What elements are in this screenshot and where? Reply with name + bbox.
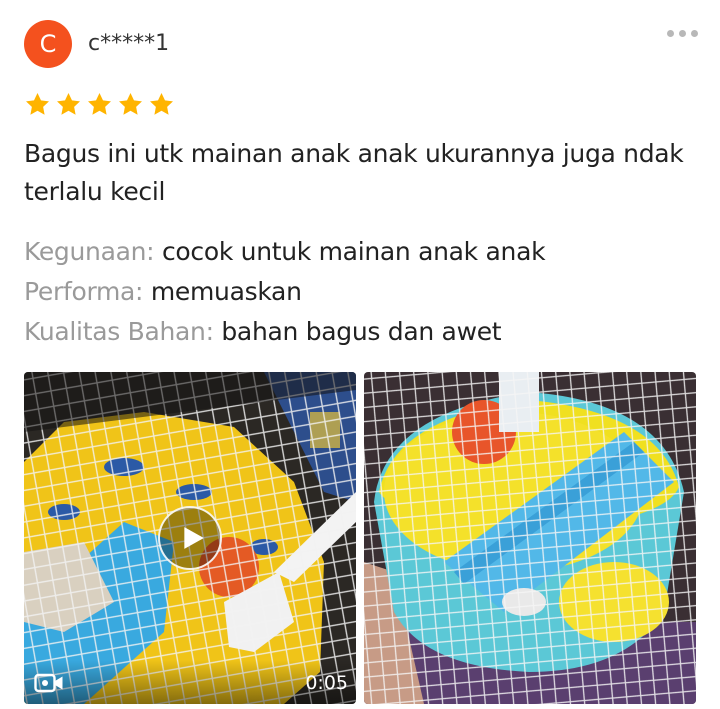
reviewer-username: c*****1 [88,31,170,56]
star-rating [24,91,175,118]
more-dot [679,30,686,37]
review-photo-image [364,372,696,704]
more-dot [667,30,674,37]
star-icon [119,93,142,115]
attribute-kualitas-bahan: Kualitas Bahan: bahan bagus dan awet [24,312,545,352]
star-icon [88,93,111,115]
review-video-thumbnail[interactable]: 0:05 [24,372,356,704]
attribute-value: memuaskan [150,277,302,306]
video-duration: 0:05 [305,672,348,694]
attribute-label: Performa: [24,277,144,306]
attribute-kegunaan: Kegunaan: cocok untuk mainan anak anak [24,232,546,272]
star-icon [57,93,80,115]
more-options-icon[interactable] [667,30,698,37]
star-icon [26,93,49,115]
attribute-value: bahan bagus dan awet [221,317,502,346]
attribute-performa: Performa: memuaskan [24,272,545,312]
more-dot [691,30,698,37]
play-button[interactable] [158,506,222,570]
video-camera-icon [34,673,63,693]
review-attributes: Kegunaan: cocok untuk mainan anak anak P… [24,232,546,352]
attribute-label: Kegunaan: [24,237,155,266]
attribute-label: Kualitas Bahan: [24,317,214,346]
attribute-value: cocok untuk mainan anak anak [161,237,546,266]
avatar[interactable]: C [24,20,72,68]
review-photo-thumbnail[interactable] [364,372,696,704]
star-icon [150,93,173,115]
review-text: Bagus ini utk mainan anak anak ukurannya… [24,139,684,206]
play-icon [183,527,204,549]
video-info-bar: 0:05 [24,660,356,704]
